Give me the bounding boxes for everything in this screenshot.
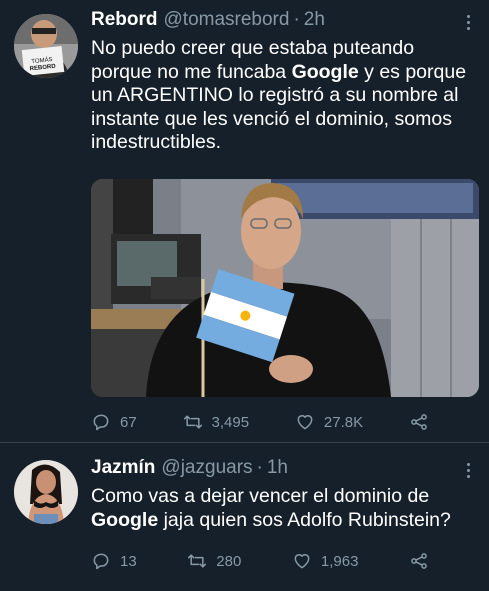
highlighted-word: Google xyxy=(91,508,159,531)
reply-icon xyxy=(91,551,111,571)
display-name[interactable]: Jazmín xyxy=(91,457,155,479)
tweet-header: Rebord @tomasrebord · 2h xyxy=(91,9,449,35)
share-icon xyxy=(409,551,429,571)
retweet-icon xyxy=(183,412,203,432)
tweet-text: No puedo creer que estaba puteando porqu… xyxy=(91,37,467,153)
reply-icon xyxy=(91,412,111,432)
share-button[interactable] xyxy=(409,551,429,571)
tweet[interactable]: TOMÁS REBORD Rebord @tomasrebord · 2h No… xyxy=(0,0,489,442)
highlighted-word: Google xyxy=(291,60,359,83)
retweet-count: 280 xyxy=(216,552,242,570)
heart-icon xyxy=(292,551,312,571)
heart-icon xyxy=(295,412,315,432)
retweet-button[interactable]: 3,495 xyxy=(183,412,250,432)
tweet-media-image[interactable] xyxy=(91,179,479,397)
separator: · xyxy=(293,9,300,30)
user-handle[interactable]: @jazguars xyxy=(161,457,252,479)
more-options-icon[interactable] xyxy=(459,459,477,481)
display-name[interactable]: Rebord xyxy=(91,9,158,31)
tweet[interactable]: Jazmín @jazguars · 1h Como vas a dejar v… xyxy=(0,443,489,591)
tweet-actions: 67 3,495 27.8K xyxy=(91,410,429,434)
retweet-button[interactable]: 280 xyxy=(187,551,241,571)
avatar-image xyxy=(14,460,78,524)
like-count: 27.8K xyxy=(323,413,364,431)
more-options-icon[interactable] xyxy=(459,11,477,33)
tweet-header: Jazmín @jazguars · 1h xyxy=(91,457,449,483)
avatar-image: TOMÁS REBORD xyxy=(14,14,78,78)
like-button[interactable]: 27.8K xyxy=(295,412,363,432)
like-count: 1,963 xyxy=(320,552,359,570)
avatar[interactable] xyxy=(14,460,78,524)
reply-button[interactable]: 13 xyxy=(91,551,137,571)
avatar[interactable]: TOMÁS REBORD xyxy=(14,14,78,78)
user-handle[interactable]: @tomasrebord xyxy=(164,9,290,31)
separator: · xyxy=(256,457,263,478)
retweet-count: 3,495 xyxy=(211,413,250,431)
timestamp[interactable]: 2h xyxy=(304,9,325,31)
timestamp[interactable]: 1h xyxy=(267,457,288,479)
reply-count: 13 xyxy=(120,552,137,570)
share-button[interactable] xyxy=(409,412,429,432)
reply-button[interactable]: 67 xyxy=(91,412,137,432)
share-icon xyxy=(409,412,429,432)
tweet-text: Como vas a dejar vencer el dominio de Go… xyxy=(91,485,451,531)
reply-count: 67 xyxy=(120,413,137,431)
like-button[interactable]: 1,963 xyxy=(292,551,359,571)
retweet-icon xyxy=(187,551,207,571)
tweet-actions: 13 280 1,963 xyxy=(91,549,429,573)
